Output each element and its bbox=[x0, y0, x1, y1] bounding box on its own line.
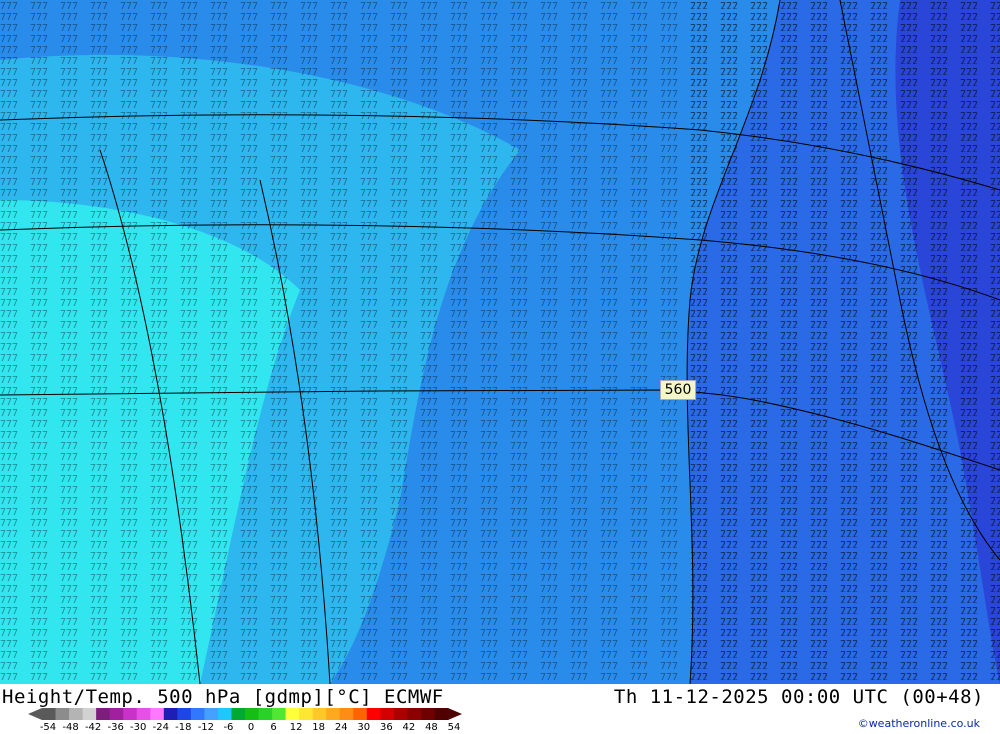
scale-tick-label: 18 bbox=[312, 722, 326, 733]
scale-tick-label: -36 bbox=[107, 722, 124, 733]
scale-arrow-right bbox=[448, 708, 462, 720]
scale-swatch bbox=[190, 708, 205, 720]
scale-swatch bbox=[163, 708, 178, 720]
contour-label-560: 560 bbox=[660, 380, 696, 400]
scale-tick-label: 54 bbox=[447, 722, 461, 733]
footer: Height/Temp. 500 hPa [gdmp][°C] ECMWF Th… bbox=[0, 684, 1000, 733]
scale-arrow-left bbox=[28, 708, 42, 720]
temperature-field: 777 222 bbox=[0, 0, 1000, 684]
credit-link[interactable]: ©weatheronline.co.uk bbox=[858, 717, 980, 730]
map-title: Height/Temp. 500 hPa [gdmp][°C] ECMWF bbox=[2, 686, 444, 708]
scale-swatch bbox=[339, 708, 354, 720]
scale-swatch bbox=[326, 708, 341, 720]
scale-tick-label: -12 bbox=[197, 722, 215, 733]
scale-tick-label: -24 bbox=[152, 722, 169, 733]
scale-swatch bbox=[177, 708, 192, 720]
valid-time: Th 11-12-2025 00:00 UTC (00+48) bbox=[613, 686, 984, 708]
scale-tick-label: 30 bbox=[357, 722, 371, 733]
scale-swatch bbox=[285, 708, 300, 720]
scale-swatch bbox=[407, 708, 422, 720]
scale-tick-label: -6 bbox=[223, 722, 234, 733]
scale-swatch bbox=[42, 708, 57, 720]
scale-tick-label: -18 bbox=[175, 722, 192, 733]
scale-swatch bbox=[109, 708, 124, 720]
scale-tick-label: 36 bbox=[379, 722, 393, 733]
isotherm-digit-texture-east bbox=[690, 0, 1000, 684]
scale-tick-label: 42 bbox=[402, 722, 416, 733]
scale-tick-label: -30 bbox=[130, 722, 147, 733]
scale-tick-label: 0 bbox=[247, 722, 255, 733]
scale-swatch bbox=[123, 708, 138, 720]
weather-map: 777 222 560 bbox=[0, 0, 1000, 684]
scale-swatch bbox=[82, 708, 97, 720]
scale-swatch bbox=[217, 708, 232, 720]
scale-swatch bbox=[299, 708, 314, 720]
scale-tick-label: -42 bbox=[84, 722, 102, 733]
scale-swatch bbox=[420, 708, 435, 720]
color-scale-bar bbox=[28, 708, 462, 720]
color-scale-labels: -54 -48 -42 -36 -30 -24 -18 -12 -6 0 6 12 18 24 30 36 42… bbox=[28, 722, 468, 734]
scale-swatch bbox=[136, 708, 151, 720]
scale-tick-label: 24 bbox=[334, 722, 348, 733]
scale-tick-label: -54 bbox=[39, 722, 57, 733]
scale-swatch bbox=[55, 708, 70, 720]
scale-swatch bbox=[380, 708, 395, 720]
scale-swatch bbox=[258, 708, 273, 720]
scale-swatch bbox=[353, 708, 368, 720]
scale-tick-label: 12 bbox=[289, 722, 303, 733]
scale-swatch bbox=[204, 708, 219, 720]
scale-swatch bbox=[272, 708, 287, 720]
scale-swatch bbox=[393, 708, 408, 720]
scale-swatch bbox=[312, 708, 327, 720]
scale-tick-label: 48 bbox=[425, 722, 438, 733]
scale-swatch bbox=[366, 708, 381, 720]
scale-tick-label: -48 bbox=[62, 722, 79, 733]
scale-tick-label: 6 bbox=[270, 722, 277, 733]
scale-swatch bbox=[434, 708, 449, 720]
scale-swatch bbox=[69, 708, 84, 720]
scale-swatch bbox=[150, 708, 165, 720]
scale-swatch bbox=[245, 708, 260, 720]
scale-swatch bbox=[231, 708, 246, 720]
scale-swatch bbox=[96, 708, 111, 720]
